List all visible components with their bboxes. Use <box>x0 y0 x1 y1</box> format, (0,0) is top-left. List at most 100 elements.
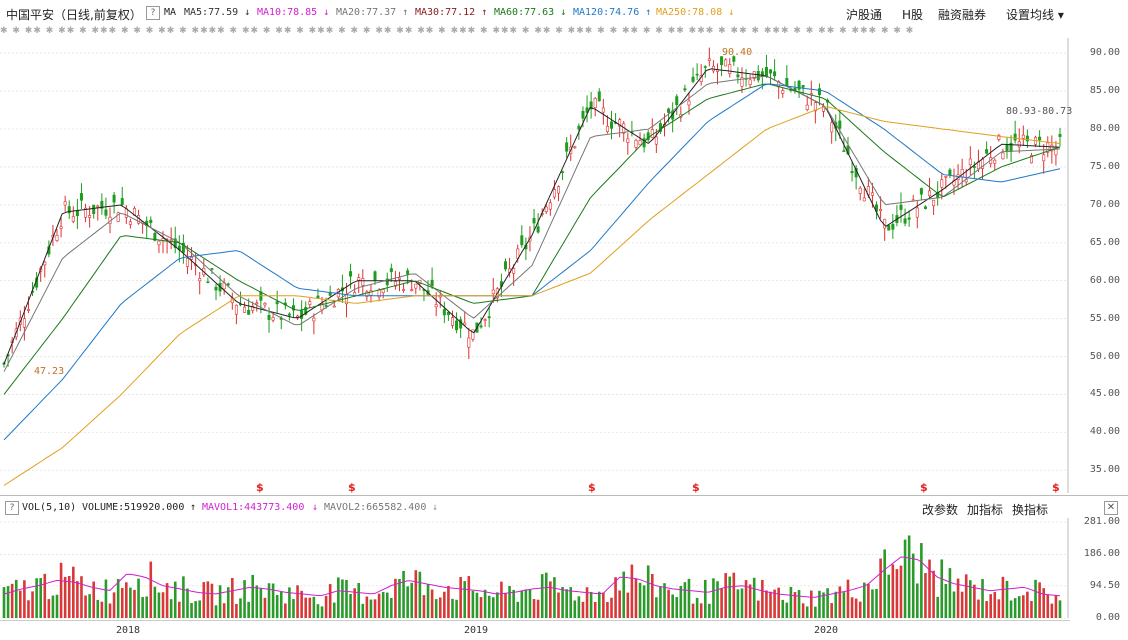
volume-bar <box>373 599 377 618</box>
volume-bar <box>1034 579 1037 618</box>
volume-bar <box>487 595 491 618</box>
candle <box>626 138 630 143</box>
dividend-marker[interactable]: $ <box>348 481 356 494</box>
candle <box>1058 134 1062 137</box>
menu-margin[interactable]: 融资融券 <box>938 6 986 23</box>
volume-bar <box>475 592 479 618</box>
volume-bar <box>606 601 609 618</box>
candle <box>870 192 874 196</box>
price-axis-label: 70.00 <box>1089 198 1120 210</box>
candle <box>487 316 491 319</box>
volume-bar <box>646 565 650 618</box>
volume-help-button[interactable]: ? <box>5 501 19 515</box>
volume-bar <box>1013 598 1017 618</box>
candle <box>654 136 658 145</box>
volume-bar <box>524 589 528 618</box>
volume-bar <box>47 599 51 618</box>
volume-bar <box>695 597 699 618</box>
menu-h-share[interactable]: H股 <box>902 6 923 23</box>
price-axis-label: 90.00 <box>1089 47 1120 59</box>
volume-bar <box>251 574 255 618</box>
candle <box>128 221 132 225</box>
candle <box>601 107 605 113</box>
volume-bar <box>328 584 332 618</box>
volume-axis-label: 186.00 <box>1083 548 1120 560</box>
candle <box>756 70 760 81</box>
dividend-marker[interactable]: $ <box>588 481 596 494</box>
ma30-label[interactable]: MA30:77.12 ↑ <box>415 7 487 18</box>
volume-bar <box>818 590 821 618</box>
add-indicator-button[interactable]: 加指标 <box>967 501 1003 518</box>
volume-bar <box>508 586 511 618</box>
panel-divider <box>0 495 1128 496</box>
volume-bar <box>300 590 303 618</box>
candle <box>675 96 679 106</box>
candle <box>736 74 740 78</box>
volume-header: ? VOL(5,10) VOLUME:519920.000 ↑ MAVOL1:4… <box>0 498 1128 518</box>
ma120-label[interactable]: MA120:74.76 ↑ <box>573 7 651 18</box>
candle <box>915 207 919 218</box>
ma60-label[interactable]: MA60:77.63 ↓ <box>494 7 566 18</box>
candle <box>769 69 773 74</box>
close-icon[interactable]: ✕ <box>1104 501 1118 515</box>
volume-bar <box>589 591 593 618</box>
candle <box>402 289 406 291</box>
ma10-label[interactable]: MA10:78.85 ↓ <box>257 7 329 18</box>
price-axis-label: 60.00 <box>1089 274 1120 286</box>
volume-bar <box>691 603 695 618</box>
dividend-marker[interactable]: $ <box>1052 481 1060 494</box>
ma250-label[interactable]: MA250:78.08 ↓ <box>656 7 734 18</box>
volume-bar <box>540 574 544 618</box>
volume-bar <box>312 596 316 618</box>
volume-bar <box>202 582 206 618</box>
dividend-marker[interactable]: $ <box>692 481 700 494</box>
ma5-label[interactable]: MA5:77.59 ↓ <box>184 7 250 18</box>
candle <box>43 261 47 266</box>
volume-bar <box>752 577 756 618</box>
volume-bar <box>553 577 556 618</box>
volume-bar <box>385 592 389 618</box>
mavol1-arrow: ↑ <box>190 502 197 513</box>
price-axis-label: 35.00 <box>1089 464 1120 476</box>
switch-indicator-button[interactable]: 换指标 <box>1012 501 1048 518</box>
volume-axis: 281.00 186.00 94.50 0.00 <box>1070 516 1128 623</box>
low-annotation: 47.23 <box>34 366 65 377</box>
ma20-label[interactable]: MA20:77.37 ↑ <box>336 7 408 18</box>
candle <box>862 197 866 202</box>
volume-bar <box>809 590 813 618</box>
price-axis-label: 50.00 <box>1089 350 1120 362</box>
volume-bar <box>528 589 532 618</box>
volume-bar <box>76 581 79 618</box>
volume-chart[interactable] <box>0 518 1070 620</box>
change-params-button[interactable]: 改参数 <box>922 501 958 518</box>
candle <box>805 104 809 111</box>
candle <box>381 289 385 294</box>
menu-hk-connect[interactable]: 沪股通 <box>846 6 882 23</box>
volume-bar <box>120 587 124 618</box>
menu-ma-settings[interactable]: 设置均线 ▾ <box>1006 6 1064 23</box>
volume-bar <box>14 579 18 618</box>
volume-bar <box>296 585 299 618</box>
candle <box>748 79 752 85</box>
candle <box>891 223 895 230</box>
volume-bar <box>765 590 768 618</box>
volume-bar <box>549 581 552 618</box>
volume-bar <box>345 579 348 618</box>
volume-bar <box>190 603 193 618</box>
candle <box>467 337 471 348</box>
volume-bar <box>279 591 283 618</box>
volume-bar <box>169 599 173 618</box>
dividend-marker[interactable]: $ <box>256 481 264 494</box>
volume-bar <box>581 601 585 618</box>
candle <box>397 277 401 280</box>
candle <box>75 210 79 217</box>
volume-bar <box>879 558 882 618</box>
volume-bar <box>72 566 75 618</box>
volume-bar <box>924 573 927 618</box>
price-chart[interactable] <box>0 38 1070 493</box>
candle <box>544 206 548 213</box>
dividend-marker[interactable]: $ <box>920 481 928 494</box>
help-button[interactable]: ? <box>146 6 160 20</box>
volume-bar <box>271 583 275 618</box>
mavol2-arrow-down: ↓ <box>432 502 439 513</box>
